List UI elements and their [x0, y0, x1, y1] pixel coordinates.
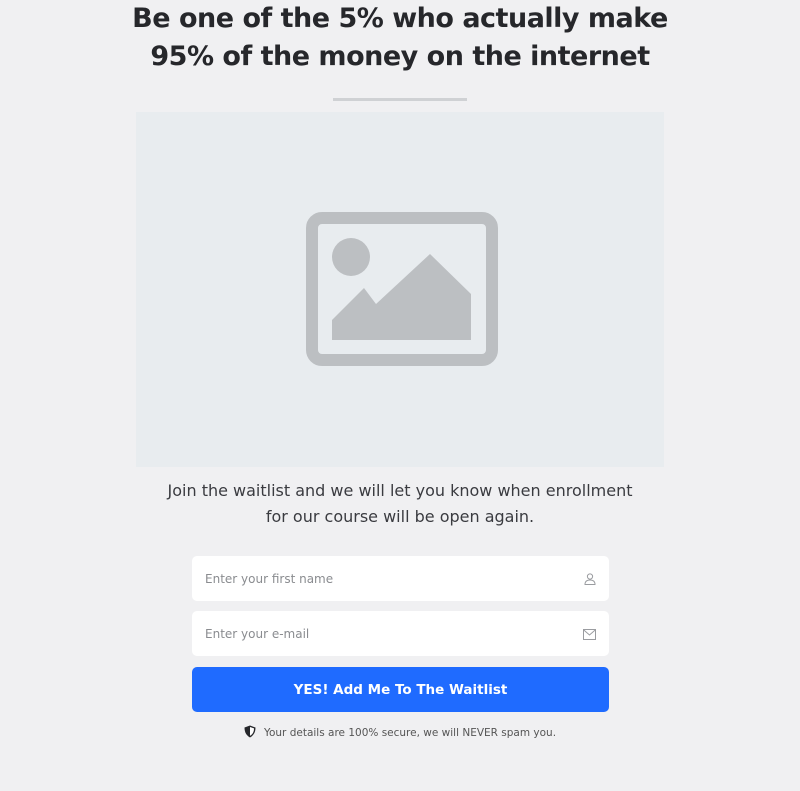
- first-name-input[interactable]: [205, 556, 565, 601]
- headline-divider: [333, 98, 467, 101]
- waitlist-description: Join the waitlist and we will let you kn…: [150, 478, 650, 530]
- shield-icon: [244, 725, 256, 741]
- user-icon: [584, 572, 596, 590]
- security-note-text: Your details are 100% secure, we will NE…: [263, 727, 557, 739]
- security-note: Your details are 100% secure, we will NE…: [0, 725, 800, 741]
- headline-line-2: 95% of the money on the internet: [150, 41, 650, 72]
- description-line-1: Join the waitlist and we will let you kn…: [167, 481, 633, 500]
- description-line-2: for our course will be open again.: [265, 507, 535, 526]
- page-headline: Be one of the 5% who actually make 95% o…: [100, 0, 700, 76]
- join-waitlist-button[interactable]: YES! Add Me To The Waitlist: [192, 667, 609, 712]
- hero-image: [136, 112, 664, 467]
- email-field[interactable]: [192, 611, 609, 656]
- email-input[interactable]: [205, 611, 565, 656]
- image-placeholder-icon: [306, 212, 498, 366]
- envelope-icon: [583, 627, 596, 645]
- first-name-field[interactable]: [192, 556, 609, 601]
- headline-line-1: Be one of the 5% who actually make: [132, 3, 668, 34]
